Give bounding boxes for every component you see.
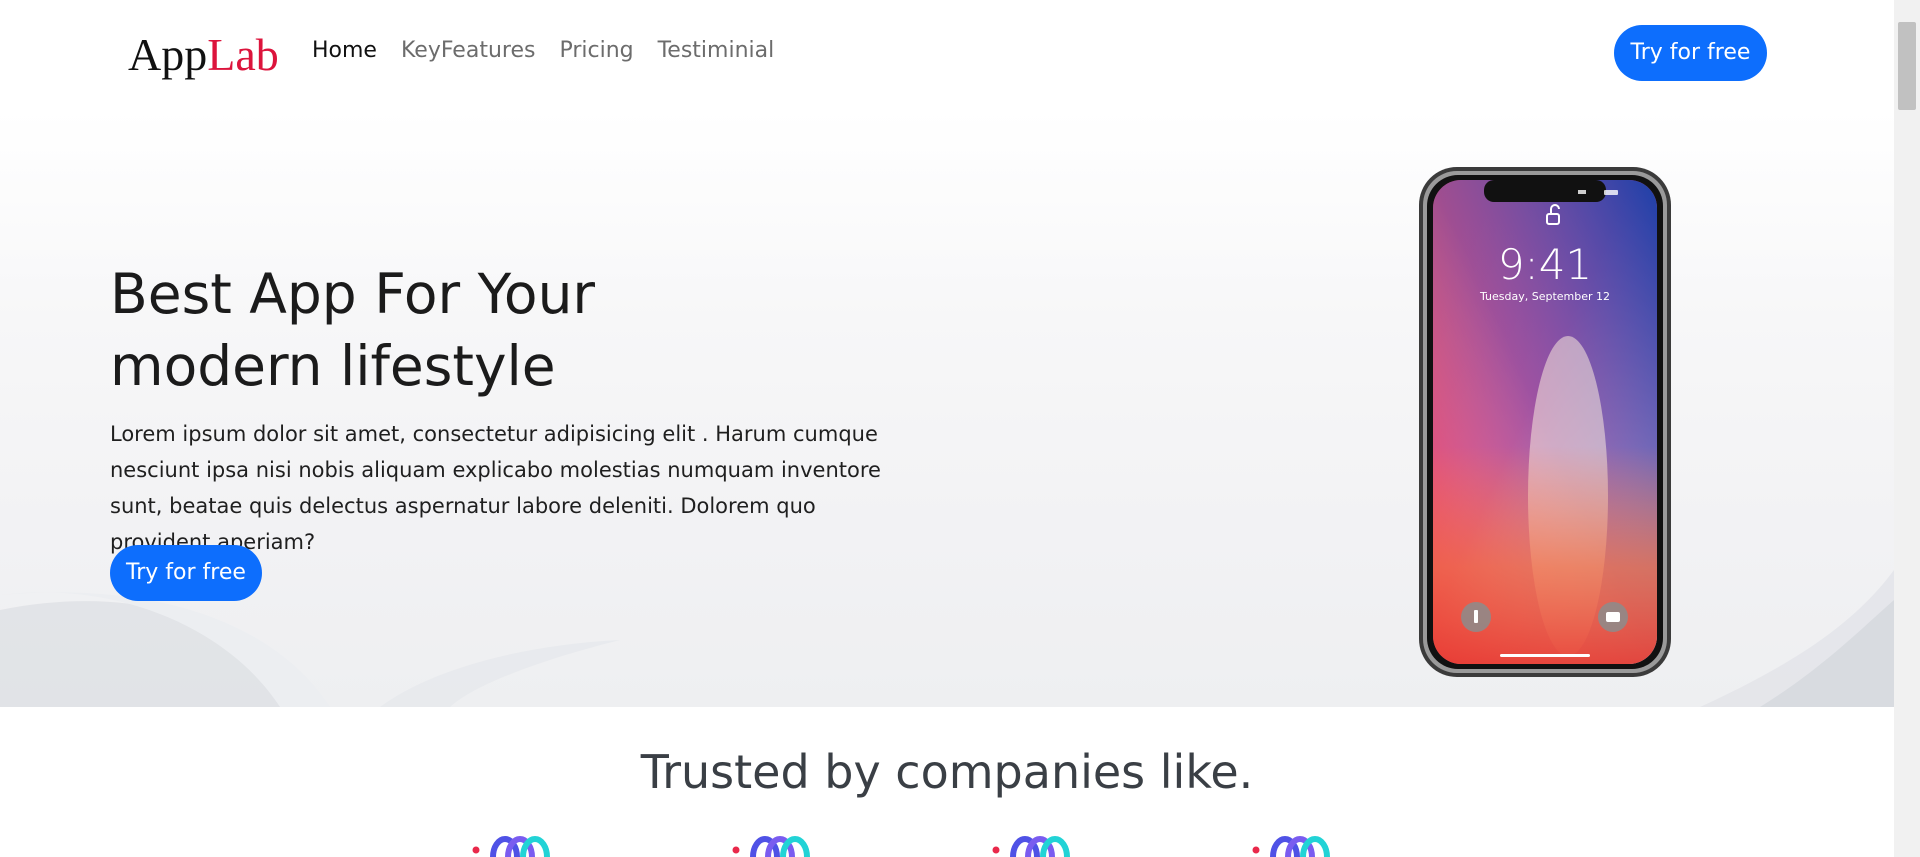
nav-link-home[interactable]: Home <box>312 38 377 63</box>
hero-title-line-2: modern lifestyle <box>110 334 556 398</box>
nav-link-testimonial[interactable]: Testiminial <box>658 38 775 63</box>
phone-date: Tuesday, September 12 <box>1479 290 1610 303</box>
nav-link-pricing[interactable]: Pricing <box>559 38 633 63</box>
hero-title: Best App For Your modern lifestyle <box>110 258 810 402</box>
vertical-scrollbar[interactable] <box>1894 0 1920 857</box>
scrollbar-thumb[interactable] <box>1898 22 1916 110</box>
phone-mockup-image: 9:41 Tuesday, September 12 <box>1419 167 1671 677</box>
hero-description: Lorem ipsum dolor sit amet, consectetur … <box>110 422 881 554</box>
nav-link-keyfeatures[interactable]: KeyFeatures <box>401 38 535 63</box>
company-logo-icon <box>1252 836 1330 857</box>
nav-try-free-button[interactable]: Try for free <box>1614 25 1767 81</box>
phone-time: 9:41 <box>1498 240 1592 289</box>
nav-links: Home KeyFeatures Pricing Testiminial <box>312 38 774 63</box>
brand-logo[interactable]: AppLab <box>128 28 279 81</box>
trusted-heading: Trusted by companies like. <box>640 745 1254 799</box>
company-logo-icon <box>992 836 1070 857</box>
hero-title-line-1: Best App For Your <box>110 262 596 326</box>
hero-try-free-button[interactable]: Try for free <box>110 545 262 601</box>
brand-part-app: App <box>128 29 208 80</box>
company-logo-icon <box>732 836 810 857</box>
company-logos <box>0 832 1894 857</box>
brand-part-lab: Lab <box>207 29 279 80</box>
company-logo-icon <box>472 836 550 857</box>
navbar: AppLab Home KeyFeatures Pricing Testimin… <box>0 0 1894 110</box>
hero-section: Best App For Your modern lifestyle Lorem… <box>0 110 1894 707</box>
